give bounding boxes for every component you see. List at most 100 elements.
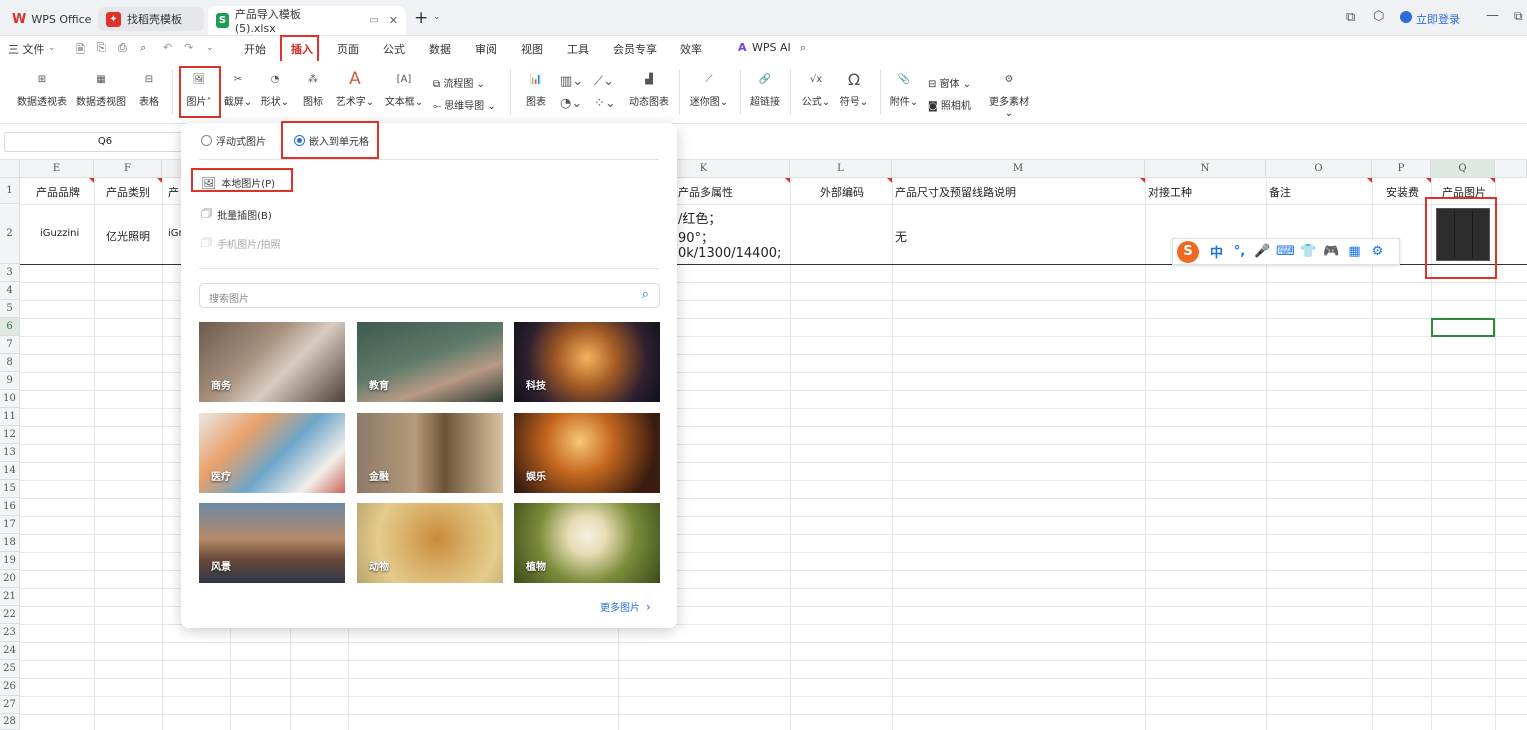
chart-button[interactable]: 📊 图表 [522, 69, 550, 109]
row-header-28[interactable]: 28 [0, 714, 20, 730]
login-link[interactable]: 立即登录 [1416, 11, 1460, 27]
category-plants[interactable]: 植物 [514, 503, 660, 583]
row-header-26[interactable]: 26 [0, 678, 20, 696]
menu-tools[interactable]: 工具 [567, 41, 589, 57]
maximize-icon[interactable]: ⧉ [1514, 9, 1523, 24]
menu-formula[interactable]: 公式 [383, 41, 405, 57]
row-header-22[interactable]: 22 [0, 606, 20, 624]
category-tech[interactable]: 科技 [514, 322, 660, 402]
cell-header-category[interactable]: 产品类别 [106, 184, 150, 200]
pivot-chart-button[interactable]: ▦ 数据透视图 [72, 69, 130, 109]
redo-icon[interactable]: ↷ [184, 41, 193, 54]
column-header-r[interactable] [1495, 160, 1527, 178]
row-header-8[interactable]: 8 [0, 354, 20, 372]
window-layout-icon[interactable]: ⧉ [1346, 10, 1355, 25]
more-pictures-link[interactable]: 更多图片 › [600, 599, 651, 615]
row-header-27[interactable]: 27 [0, 696, 20, 714]
row-header-17[interactable]: 17 [0, 516, 20, 534]
scatter-chart-icon[interactable]: ⁘⌄ [594, 96, 616, 111]
picture-search-input[interactable]: 搜索图片 ⌕ [199, 283, 660, 308]
ime-toolbar[interactable]: S 中 °, 🎤 ⌨ 👕 🎮 ▦ ⚙ [1172, 238, 1400, 265]
pie-chart-icon[interactable]: ◔⌄ [560, 96, 582, 111]
column-header-p[interactable]: P [1372, 160, 1431, 178]
row-header-6[interactable]: 6 [0, 318, 20, 336]
cell-brand-value[interactable]: iGuzzini [40, 228, 79, 239]
screenshot-button[interactable]: ✂ 截屏⌄ [221, 69, 255, 109]
camera-button[interactable]: ◙ 照相机 [928, 97, 971, 112]
column-header-l[interactable]: L [790, 160, 892, 178]
product-image-thumbnail[interactable] [1436, 208, 1490, 261]
category-animals[interactable]: 动物 [357, 503, 503, 583]
tab-wps-office[interactable]: W WPS Office [4, 7, 99, 31]
row-header-11[interactable]: 11 [0, 408, 20, 426]
user-avatar-icon[interactable] [1400, 11, 1412, 23]
cell-header-install-fee[interactable]: 安装费 [1386, 184, 1419, 200]
menu-view[interactable]: 视图 [521, 41, 543, 57]
pivot-table-button[interactable]: ⊞ 数据透视表 [13, 69, 71, 109]
minimize-icon[interactable]: — [1486, 8, 1499, 23]
cell-header-brand[interactable]: 产品品牌 [36, 184, 80, 200]
cube-icon[interactable]: ⬡ [1373, 9, 1384, 24]
symbol-button[interactable]: Ω 符号⌄ [838, 69, 870, 109]
row-header-15[interactable]: 15 [0, 480, 20, 498]
restore-tab-icon[interactable]: ▭ [369, 15, 378, 26]
column-header-q[interactable]: Q [1431, 160, 1495, 178]
hyperlink-button[interactable]: 🔗 超链接 [748, 69, 782, 109]
phone-picture-item[interactable]: 🗇 手机图片/拍照 [201, 233, 281, 254]
row-header-4[interactable]: 4 [0, 282, 20, 300]
apps-grid-icon[interactable]: ▦ [1343, 244, 1366, 259]
save-icon[interactable]: 🗎 [76, 41, 85, 60]
cell-header-size-note[interactable]: 产品尺寸及预留线路说明 [895, 184, 1016, 200]
select-all-corner[interactable] [0, 160, 20, 178]
print-preview-icon[interactable]: ⌕ [140, 41, 146, 55]
new-tab-icon[interactable]: + [414, 8, 428, 28]
flowchart-button[interactable]: ⧉ 流程图 ⌄ [433, 75, 485, 90]
undo-icon[interactable]: ↶ [163, 41, 172, 54]
row-header-9[interactable]: 9 [0, 372, 20, 390]
column-header-m[interactable]: M [892, 160, 1145, 178]
cell-header-product-image[interactable]: 产品图片 [1442, 184, 1486, 200]
cell-header-g[interactable]: 产 [168, 184, 179, 200]
row-header-20[interactable]: 20 [0, 570, 20, 588]
row-header-13[interactable]: 13 [0, 444, 20, 462]
embed-in-cell-option[interactable]: 嵌入到单元格 [294, 133, 369, 148]
column-header-f[interactable]: F [94, 160, 162, 178]
tab-docer[interactable]: ✦ 找稻壳模板 [98, 7, 204, 31]
column-header-n[interactable]: N [1145, 160, 1266, 178]
row-header-24[interactable]: 24 [0, 642, 20, 660]
menu-review[interactable]: 审阅 [475, 41, 497, 57]
column-chart-icon[interactable]: ▥⌄ [560, 74, 583, 89]
cell-category-value[interactable]: 亿光照明 [106, 228, 150, 244]
column-header-e[interactable]: E [20, 160, 94, 178]
picture-button[interactable]: 🖼 图片˄ [182, 69, 216, 109]
row-header-14[interactable]: 14 [0, 462, 20, 480]
attachment-button[interactable]: 📎 附件⌄ [888, 69, 920, 109]
cell-header-remark[interactable]: 备注 [1269, 184, 1291, 200]
menu-page[interactable]: 页面 [337, 41, 359, 57]
category-entertainment[interactable]: 娱乐 [514, 413, 660, 493]
row-header-1[interactable]: 1 [0, 178, 20, 204]
menu-member[interactable]: 会员专享 [613, 41, 657, 57]
sogou-logo-icon[interactable]: S [1177, 240, 1199, 263]
shape-button[interactable]: ◔ 形状⌄ [259, 69, 291, 109]
row-header-5[interactable]: 5 [0, 300, 20, 318]
icon-button[interactable]: ⁂ 图标 [299, 69, 327, 109]
print-icon[interactable]: ⎙ [118, 41, 127, 55]
category-finance[interactable]: 金融 [357, 413, 503, 493]
row-header-12[interactable]: 12 [0, 426, 20, 444]
menu-start[interactable]: 开始 [244, 41, 266, 57]
cell-attr-line2[interactable]: 90°； [678, 227, 714, 246]
export-pdf-icon[interactable]: ⎘ [97, 41, 106, 55]
category-medical[interactable]: 医疗 [199, 413, 345, 493]
category-landscape[interactable]: 风景 [199, 503, 345, 583]
row-header-7[interactable]: 7 [0, 336, 20, 354]
row-header-3[interactable]: 3 [0, 264, 20, 282]
row-header-16[interactable]: 16 [0, 498, 20, 516]
cell-header-external-code[interactable]: 外部编码 [820, 184, 864, 200]
local-picture-item[interactable]: 🖼 本地图片(P) [201, 175, 275, 191]
keyboard-icon[interactable]: ⌨ [1274, 244, 1297, 259]
tab-list-chevron-icon[interactable]: ⌄ [433, 12, 441, 22]
sparkline-button[interactable]: ⟋ 迷你图⌄ [688, 69, 730, 109]
menu-wps-ai[interactable]: WPS AI [752, 41, 791, 54]
row-header-10[interactable]: 10 [0, 390, 20, 408]
